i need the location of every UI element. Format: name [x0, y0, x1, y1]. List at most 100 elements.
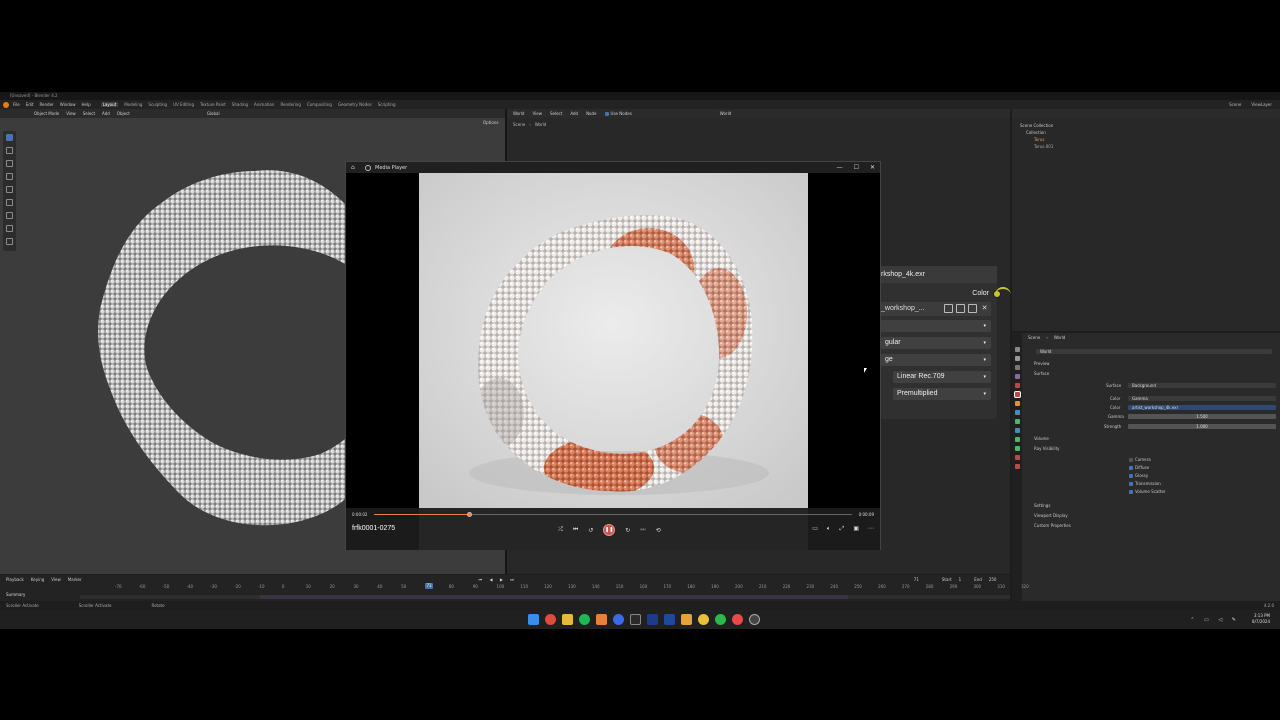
use-nodes-checkbox[interactable]: Use Nodes — [604, 111, 632, 116]
tab-animation[interactable]: Animation — [254, 102, 274, 107]
menu-render[interactable]: Render — [39, 102, 53, 107]
ray-camera-checkbox[interactable]: Camera — [1129, 457, 1151, 462]
modifier-tab-icon[interactable] — [1014, 410, 1020, 415]
after-effects-icon[interactable] — [647, 614, 658, 625]
menu-help[interactable]: Help — [81, 102, 90, 107]
color-input-field[interactable]: Gamma — [1128, 396, 1276, 401]
object-tab-icon[interactable] — [1014, 401, 1020, 406]
section-ray-visibility[interactable]: Ray Visibility — [1034, 446, 1060, 451]
particles-tab-icon[interactable] — [1014, 419, 1020, 424]
image-texture-field[interactable]: artist_workshop_4k.exr — [1128, 405, 1276, 410]
cast-icon[interactable]: ▣ — [853, 525, 859, 533]
system-tray-icons[interactable]: ⌃ ▭ ◁ ✎ — [1190, 617, 1240, 623]
repeat-icon[interactable]: ⟲ — [656, 527, 661, 534]
maximize-icon[interactable]: ☐ — [854, 162, 859, 173]
environment-texture-node[interactable]: rkshop_4k.exr Color _workshop_... ✕ ▾ gu… — [881, 266, 1001, 419]
ray-diffuse-checkbox[interactable]: Diffuse — [1129, 465, 1149, 470]
view-layer-tab-icon[interactable] — [1014, 374, 1020, 379]
menu-window[interactable]: Window — [60, 102, 76, 107]
color-space-dropdown[interactable]: Linear Rec.709 ▾ — [893, 371, 991, 383]
media-player-window[interactable]: ⌂ Media Player — ☐ ✕ 0:00:02 0:00:09 frf… — [345, 161, 881, 550]
tab-modeling[interactable]: Modeling — [124, 102, 142, 107]
section-preview[interactable]: Preview — [1034, 361, 1050, 366]
timeline-menu-playback[interactable]: Playback — [6, 577, 24, 582]
menu-edit[interactable]: Edit — [26, 102, 34, 107]
tab-geometry-nodes[interactable]: Geometry Nodes — [338, 102, 372, 107]
home-icon[interactable]: ⌂ — [351, 164, 357, 171]
world-tab-icon[interactable] — [1013, 391, 1021, 398]
image-datablock-field[interactable]: _workshop_... ✕ — [881, 302, 991, 316]
end-frame-field[interactable]: 250 — [989, 577, 997, 582]
timeline-editor[interactable]: Playback Keying View Marker ⏮ ◀ ▶ ⏭ 71 S… — [0, 575, 1029, 601]
app-icon-13[interactable] — [732, 614, 743, 625]
app-icon-6[interactable] — [613, 614, 624, 625]
tab-scripting[interactable]: Scripting — [378, 102, 396, 107]
alpha-mode-dropdown[interactable]: Premultiplied ▾ — [893, 388, 991, 400]
app-icon-7[interactable] — [630, 614, 641, 625]
blender-logo-icon[interactable] — [3, 101, 9, 108]
app-icon-10[interactable] — [681, 614, 692, 625]
strength-value-field[interactable]: 1.000 — [1128, 424, 1276, 429]
tab-texture-paint[interactable]: Texture Paint — [200, 102, 226, 107]
outliner-panel[interactable]: Scene Collection Collection Torus Torus.… — [1012, 109, 1280, 331]
ray-glossy-checkbox[interactable]: Glossy — [1129, 473, 1148, 478]
timeline-ruler[interactable]: -70-60-50-40-30-20-100102030405060809010… — [80, 583, 1029, 591]
taskbar-clock[interactable]: 3:13 PM 8/7/2024 — [1252, 613, 1270, 625]
fullscreen-icon[interactable]: ⤢ — [840, 525, 845, 533]
surface-shader-field[interactable]: Background — [1128, 383, 1276, 388]
section-volume[interactable]: Volume — [1034, 436, 1049, 441]
properties-panel[interactable]: Scene › World World Preview Surface Surf… — [1012, 333, 1280, 601]
tab-rendering[interactable]: Rendering — [280, 102, 300, 107]
media-player-taskbar-icon[interactable] — [749, 614, 760, 625]
view-layer-selector[interactable]: ViewLayer — [1251, 102, 1272, 107]
outliner-torus-001[interactable]: Torus.001 — [1020, 143, 1272, 150]
section-surface[interactable]: Surface — [1034, 371, 1049, 376]
gamma-value-field[interactable]: 1.500 — [1128, 414, 1276, 419]
outliner-torus[interactable]: Torus — [1020, 136, 1272, 143]
media-player-title-bar[interactable]: ⌂ Media Player — ☐ ✕ — [346, 162, 880, 173]
world-datablock[interactable]: World — [1036, 349, 1272, 354]
tab-compositing[interactable]: Compositing — [307, 102, 332, 107]
pause-button[interactable]: ❚❚ — [603, 524, 616, 536]
rewind-icon[interactable]: ↺ — [588, 527, 593, 534]
previous-icon[interactable]: ⏮ — [573, 526, 578, 534]
physics-tab-icon[interactable] — [1014, 428, 1020, 433]
minimize-icon[interactable]: — — [837, 162, 843, 173]
start-frame-field[interactable]: 1 — [959, 577, 962, 582]
seek-bar[interactable] — [374, 512, 852, 517]
tab-uv-editing[interactable]: UV Editing — [173, 102, 194, 107]
shader-type-selector[interactable]: World — [513, 111, 524, 116]
timeline-menu-view[interactable]: View — [51, 577, 61, 582]
summary-channel[interactable]: Summary — [6, 592, 25, 597]
node-menu-add[interactable]: Add — [570, 111, 578, 116]
playback-controls[interactable]: ⏮ ◀ ▶ ⏭ — [479, 577, 517, 582]
photoshop-icon[interactable] — [664, 614, 675, 625]
timeline-track[interactable] — [80, 595, 1010, 599]
shuffle-icon[interactable]: ⤮ — [558, 526, 563, 534]
seek-handle[interactable] — [466, 512, 472, 517]
start-menu-icon[interactable] — [528, 614, 539, 625]
section-settings[interactable]: Settings — [1034, 503, 1050, 508]
node-menu-select[interactable]: Select — [550, 111, 562, 116]
node-menu-view[interactable]: View — [532, 111, 542, 116]
ray-volume-scatter-checkbox[interactable]: Volume Scatter — [1129, 489, 1166, 494]
miniplayer-icon[interactable]: ▭ — [812, 525, 818, 533]
constraints-tab-icon[interactable] — [1014, 437, 1020, 442]
material-tab-icon[interactable] — [1014, 455, 1020, 460]
chrome-icon[interactable] — [545, 614, 556, 625]
whatsapp-icon[interactable] — [715, 614, 726, 625]
texture-tab-icon[interactable] — [1014, 464, 1020, 469]
fake-user-icon[interactable] — [944, 304, 953, 313]
render-tab-icon[interactable] — [1014, 356, 1020, 361]
folder-icon[interactable] — [968, 304, 977, 313]
section-custom-properties[interactable]: Custom Properties — [1034, 523, 1071, 528]
more-options-icon[interactable]: ⋯ — [868, 525, 874, 533]
duplicate-icon[interactable] — [956, 304, 965, 313]
ray-transmission-checkbox[interactable]: Transmission — [1129, 481, 1161, 486]
output-tab-icon[interactable] — [1014, 365, 1020, 370]
timeline-menu-keying[interactable]: Keying — [31, 577, 44, 582]
file-explorer-icon[interactable] — [562, 614, 573, 625]
timeline-menu-marker[interactable]: Marker — [68, 577, 82, 582]
blender-taskbar-icon[interactable] — [596, 614, 607, 625]
tab-sculpting[interactable]: Sculpting — [148, 102, 167, 107]
